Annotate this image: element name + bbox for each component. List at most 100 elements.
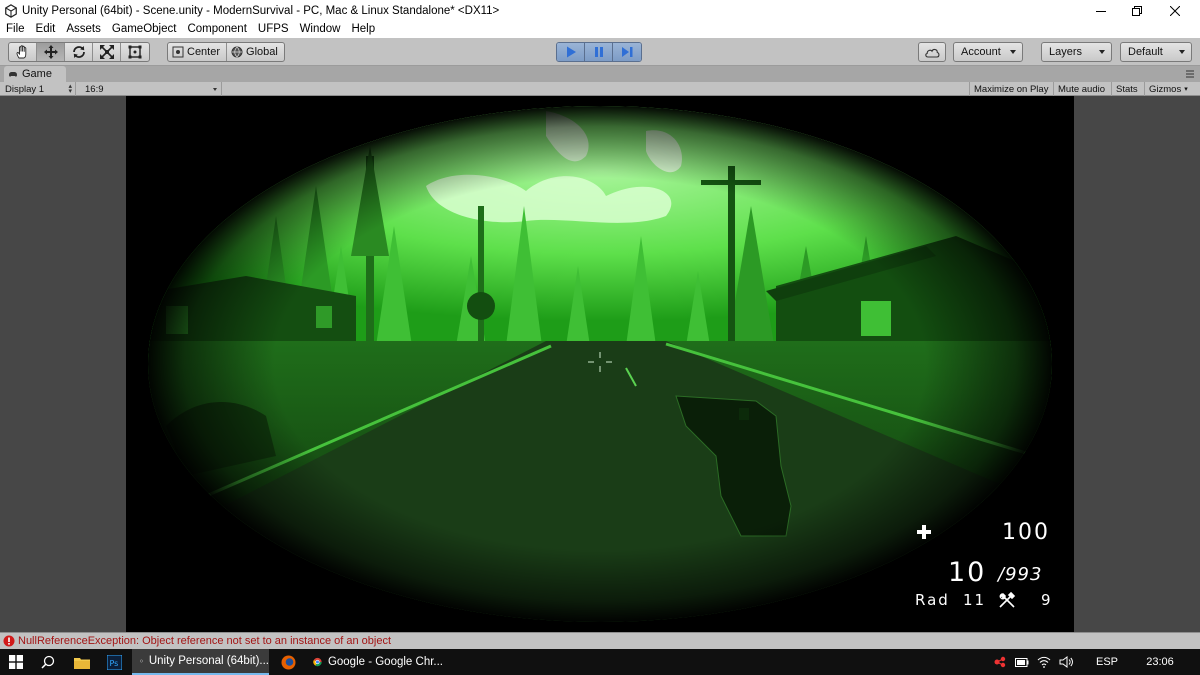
stats-toggle[interactable]: Stats: [1111, 82, 1142, 96]
play-icon: [566, 46, 576, 58]
menu-window[interactable]: Window: [294, 20, 346, 38]
ammo-count: 10: [948, 557, 987, 588]
rect-tool-icon: [128, 45, 142, 59]
tray-language[interactable]: ESP: [1092, 649, 1122, 675]
pivot-center-icon: [172, 46, 184, 58]
taskbar-clock[interactable]: 23:06: [1130, 649, 1190, 675]
collab-cloud-button[interactable]: [918, 42, 946, 62]
menu-ufps[interactable]: UFPS: [252, 20, 294, 38]
taskbar-app-unity[interactable]: Unity Personal (64bit)...: [132, 649, 269, 675]
night-vision-scene: [126, 96, 1074, 632]
network-app-icon: [994, 656, 1006, 668]
layers-label: Layers: [1049, 46, 1083, 58]
unity-icon: [140, 659, 143, 663]
menu-edit[interactable]: Edit: [30, 20, 61, 38]
menu-assets[interactable]: Assets: [60, 20, 106, 38]
file-explorer-button[interactable]: [66, 649, 98, 675]
step-icon: [622, 47, 633, 57]
health-cross-icon: [917, 525, 931, 539]
globe-icon: [231, 46, 243, 58]
error-icon: [3, 635, 15, 647]
pivot-global-label: Global: [246, 46, 278, 58]
window-title: Unity Personal (64bit) - Scene.unity - M…: [22, 5, 500, 17]
tab-menu-icon[interactable]: [1186, 70, 1194, 78]
move-tool-button[interactable]: [37, 43, 65, 61]
battery-icon: [1015, 657, 1029, 667]
pause-button[interactable]: [585, 43, 613, 61]
tab-strip: Game: [0, 66, 1200, 82]
taskbar-app-unity-label: Unity Personal (64bit)...: [148, 655, 269, 667]
tab-game-label: Game: [22, 68, 52, 80]
pivot-center-label: Center: [187, 46, 221, 58]
rad-label: Rad: [915, 591, 950, 609]
menu-help[interactable]: Help: [345, 20, 380, 38]
gizmos-dropdown[interactable]: Gizmos ▾: [1144, 82, 1192, 96]
tray-volume[interactable]: [1056, 649, 1076, 675]
crossed-tools-icon: [999, 591, 1016, 608]
move-tool-icon: [43, 45, 58, 59]
console-status-bar[interactable]: NullReferenceException: Object reference…: [0, 632, 1200, 649]
photoshop-button[interactable]: Ps: [98, 649, 130, 675]
photoshop-icon: Ps: [106, 654, 122, 670]
windows-taskbar: Ps Unity Personal (64bit)... Google - Go…: [0, 649, 1200, 675]
svg-text:Ps: Ps: [109, 659, 118, 668]
account-dropdown[interactable]: Account: [953, 42, 1023, 62]
window-titlebar: Unity Personal (64bit) - Scene.unity - M…: [0, 0, 1200, 22]
restore-icon: [1132, 6, 1142, 16]
game-controller-icon: [9, 72, 17, 77]
tab-game[interactable]: Game: [4, 66, 66, 82]
maximize-on-play-toggle[interactable]: Maximize on Play: [969, 82, 1052, 96]
menu-bar: File Edit Assets GameObject Component UF…: [0, 20, 1200, 38]
layers-dropdown[interactable]: Layers: [1041, 42, 1112, 62]
close-button[interactable]: [1152, 0, 1198, 22]
taskbar-app-chrome[interactable]: Google - Google Chr...: [305, 649, 443, 675]
menu-file[interactable]: File: [0, 20, 30, 38]
language-label: ESP: [1095, 656, 1118, 668]
transform-tools: [8, 42, 150, 62]
minimize-icon: [1096, 11, 1106, 12]
layout-label: Default: [1128, 46, 1163, 58]
layout-dropdown[interactable]: Default: [1120, 42, 1192, 62]
file-explorer-icon: [74, 657, 90, 669]
rotate-tool-icon: [72, 46, 85, 58]
hand-tool-icon: [16, 45, 26, 59]
game-view-panel: 100 10 /993 Rad 11 9: [0, 96, 1200, 632]
scale-tool-button[interactable]: [93, 43, 121, 61]
rotate-tool-button[interactable]: [65, 43, 93, 61]
mute-audio-label: Mute audio: [1058, 83, 1106, 95]
start-button[interactable]: [0, 649, 32, 675]
chrome-icon: [313, 657, 322, 667]
health-value: 100: [1002, 520, 1050, 545]
aspect-dropdown[interactable]: 16:9: [80, 82, 222, 96]
rad-value: 11: [963, 591, 987, 609]
tray-network-app[interactable]: [990, 649, 1010, 675]
menu-gameobject[interactable]: GameObject: [106, 20, 182, 38]
game-viewport[interactable]: 100 10 /993 Rad 11 9: [126, 96, 1074, 632]
display-label: Display 1: [5, 83, 45, 95]
volume-icon: [1059, 656, 1073, 668]
mute-audio-toggle[interactable]: Mute audio: [1053, 82, 1109, 96]
pivot-global-button[interactable]: Global: [227, 43, 284, 61]
chevron-down-icon: [1179, 50, 1185, 54]
tray-wifi[interactable]: [1034, 649, 1054, 675]
scale-tool-icon: [99, 45, 114, 59]
tools-value: 9: [1041, 591, 1051, 609]
display-dropdown[interactable]: Display 1 ▴ ▾: [0, 82, 76, 96]
tray-battery[interactable]: [1012, 649, 1032, 675]
chevron-down-icon: ▾: [1184, 86, 1188, 93]
rect-tool-button[interactable]: [121, 43, 149, 61]
firefox-button[interactable]: [272, 649, 304, 675]
windows-start-icon: [9, 655, 23, 669]
chevron-down-icon: [213, 88, 217, 91]
step-button[interactable]: [613, 43, 641, 61]
close-icon: [1170, 6, 1180, 16]
search-button[interactable]: [32, 649, 64, 675]
pivot-center-button[interactable]: Center: [168, 43, 228, 61]
stats-label: Stats: [1116, 83, 1138, 95]
hand-tool-button[interactable]: [9, 43, 37, 61]
up-down-arrows-icon: ▴ ▾: [68, 83, 72, 95]
game-view-toolbar: Display 1 ▴ ▾ 16:9 Maximize on Play Mute …: [0, 82, 1200, 96]
unity-logo-icon: [5, 4, 17, 18]
play-button[interactable]: [557, 43, 585, 61]
menu-component[interactable]: Component: [181, 20, 251, 38]
